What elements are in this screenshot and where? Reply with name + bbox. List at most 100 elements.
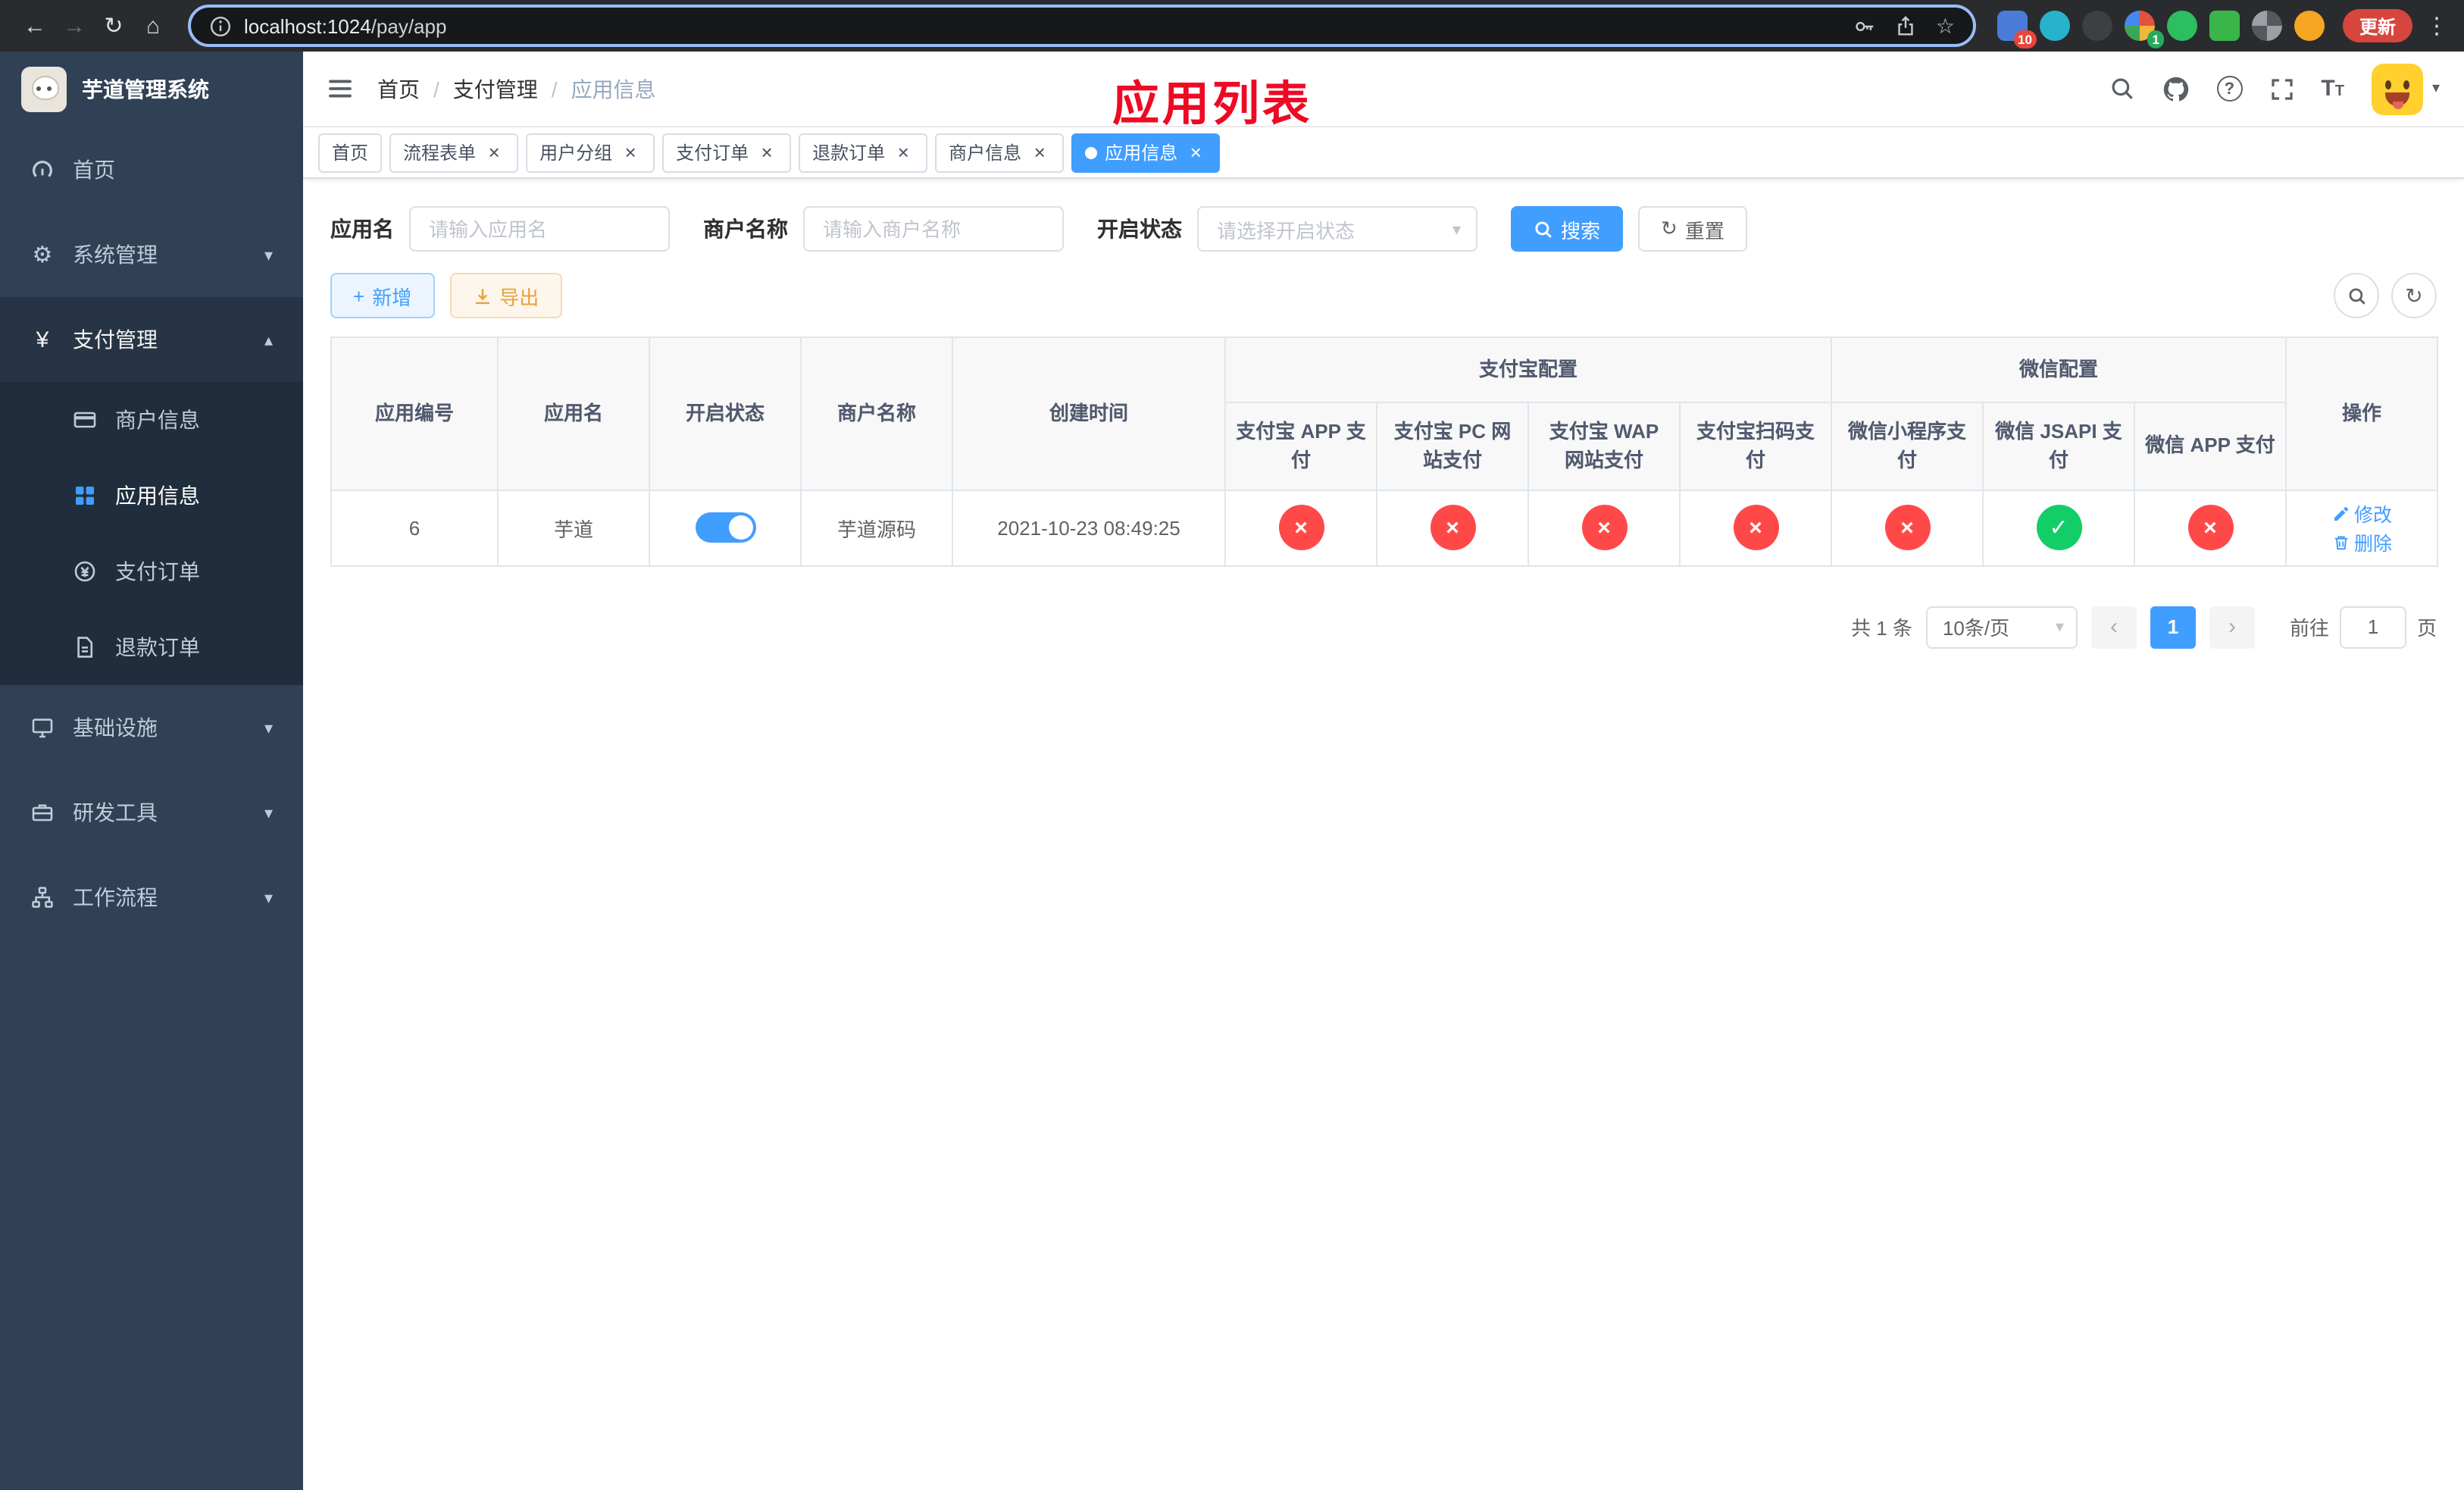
- tab-refund-order[interactable]: 退款订单 ×: [799, 133, 928, 172]
- search-button[interactable]: 搜索: [1511, 206, 1624, 252]
- workflow-icon: [30, 885, 55, 909]
- extension-badge: 1: [2147, 30, 2164, 49]
- address-bar[interactable]: localhost:1024/pay/app ☆: [188, 5, 1976, 47]
- refresh-table-button[interactable]: ↻: [2391, 273, 2437, 318]
- prev-page-button[interactable]: ‹: [2090, 606, 2137, 648]
- chevron-down-icon: ▾: [264, 804, 273, 822]
- tab-process-form[interactable]: 流程表单 ×: [389, 133, 519, 172]
- font-size-icon[interactable]: TT: [2321, 77, 2344, 100]
- table-header-group-row: 应用编号 应用名 开启状态 商户名称 创建时间 支付宝配置 微信配置 操作: [330, 337, 2439, 490]
- sidebar-item-label: 支付管理: [73, 327, 158, 352]
- browser-back-icon[interactable]: ←: [15, 6, 55, 45]
- logo-image: [21, 67, 67, 112]
- sidebar-item-infrastructure[interactable]: 基础设施 ▾: [0, 685, 303, 770]
- sidebar-item-dev-tools[interactable]: 研发工具 ▾: [0, 770, 303, 855]
- col-created: 创建时间: [952, 337, 1226, 490]
- close-icon[interactable]: ×: [756, 142, 777, 163]
- help-icon[interactable]: ?: [2216, 76, 2243, 102]
- export-button[interactable]: 导出: [449, 273, 562, 318]
- status-select[interactable]: 请选择开启状态 ▾: [1197, 206, 1477, 252]
- close-icon[interactable]: ×: [1185, 142, 1206, 163]
- site-info-icon[interactable]: [209, 14, 232, 37]
- bookmark-star-icon[interactable]: ☆: [1936, 13, 1955, 39]
- tab-app-info[interactable]: 应用信息 ×: [1071, 133, 1221, 172]
- breadcrumb-home[interactable]: 首页: [377, 74, 420, 104]
- breadcrumb-separator: /: [433, 77, 439, 101]
- sidebar-item-app-info[interactable]: 应用信息: [0, 458, 303, 534]
- delete-link[interactable]: 删除: [2331, 527, 2392, 556]
- extension-icon[interactable]: [2039, 11, 2070, 41]
- navbar-actions: ? TT ▾: [2109, 63, 2440, 114]
- browser-reload-icon[interactable]: ↻: [94, 6, 133, 45]
- merchant-name-input[interactable]: [803, 206, 1064, 252]
- github-icon[interactable]: [2162, 75, 2189, 102]
- col-merchant: 商户名称: [800, 337, 953, 490]
- sidebar-item-payment[interactable]: ¥ 支付管理 ▴: [0, 297, 303, 382]
- page-size-select[interactable]: 10条/页 ▾: [1925, 606, 2078, 648]
- table-toolbar: + 新增 导出 ↻: [330, 273, 2437, 318]
- col-wechat-lite: 微信小程序支付: [1831, 401, 1984, 490]
- avatar[interactable]: [2371, 63, 2423, 114]
- chrome-update-button[interactable]: 更新: [2342, 9, 2412, 42]
- close-icon[interactable]: ×: [483, 142, 505, 163]
- sidebar-item-workflow[interactable]: 工作流程 ▾: [0, 855, 303, 940]
- browser-home-icon[interactable]: ⌂: [133, 6, 173, 45]
- extension-icon[interactable]: 1: [2124, 11, 2164, 49]
- sidebar-item-refund-order[interactable]: 退款订单: [0, 609, 303, 685]
- tab-merchant-info[interactable]: 商户信息 ×: [935, 133, 1065, 172]
- goto-page-input[interactable]: [2339, 606, 2406, 648]
- extension-icon[interactable]: [2166, 11, 2197, 41]
- close-icon[interactable]: ×: [893, 142, 914, 163]
- reset-button[interactable]: ↻ 重置: [1638, 206, 1747, 252]
- share-icon[interactable]: [1895, 14, 1918, 37]
- app-title: 芋道管理系统: [82, 77, 209, 102]
- extension-icon[interactable]: [2209, 11, 2240, 41]
- col-wechat-app: 微信 APP 支付: [2134, 401, 2287, 490]
- user-menu[interactable]: ▾: [2371, 63, 2440, 114]
- extension-icon[interactable]: 10: [1997, 11, 2037, 49]
- tab-user-group[interactable]: 用户分组 ×: [526, 133, 655, 172]
- page-body: 芋道管理系统 首页 ⚙ 系统管理 ▾ ¥ 支付管理 ▴ 商户信息 应用信息 支付…: [0, 52, 2464, 1490]
- extension-icon[interactable]: [2081, 11, 2112, 41]
- extension-icon[interactable]: [2251, 11, 2282, 41]
- sidebar-item-label: 基础设施: [73, 715, 158, 740]
- url-host: localhost:1024: [244, 14, 371, 37]
- sidebar-toggle-icon[interactable]: [327, 76, 353, 102]
- status-toggle[interactable]: [695, 512, 755, 543]
- sidebar-item-label: 工作流程: [73, 885, 158, 909]
- cell-app-id: 6: [330, 489, 499, 566]
- browser-menu-icon[interactable]: ⋮: [2425, 12, 2449, 39]
- app-name-label: 应用名: [330, 217, 394, 241]
- next-page-button[interactable]: ›: [2209, 606, 2255, 648]
- search-icon[interactable]: [2109, 76, 2134, 102]
- extension-badge: 10: [2013, 30, 2037, 49]
- edit-link[interactable]: 修改: [2331, 499, 2392, 527]
- fullscreen-icon[interactable]: [2269, 77, 2294, 101]
- tab-pay-order[interactable]: 支付订单 ×: [662, 133, 792, 172]
- browser-forward-icon[interactable]: →: [55, 6, 94, 45]
- col-group-alipay: 支付宝配置: [1224, 337, 1833, 402]
- chevron-down-icon: ▾: [2431, 80, 2440, 97]
- sidebar-item-merchant-info[interactable]: 商户信息: [0, 382, 303, 458]
- sidebar-item-pay-order[interactable]: 支付订单: [0, 534, 303, 609]
- page-number-button[interactable]: 1: [2150, 606, 2196, 648]
- browser-chrome: ← → ↻ ⌂ localhost:1024/pay/app ☆ 10 1 更新…: [0, 0, 2464, 52]
- sidebar-item-home[interactable]: 首页: [0, 127, 303, 212]
- add-button[interactable]: + 新增: [330, 273, 435, 318]
- tab-home[interactable]: 首页: [318, 133, 383, 172]
- password-key-icon[interactable]: [1854, 14, 1877, 37]
- toggle-search-button[interactable]: [2334, 273, 2379, 318]
- wechat-lite-status-icon: ×: [1884, 505, 1931, 550]
- close-icon[interactable]: ×: [620, 142, 641, 163]
- close-icon[interactable]: ×: [1029, 142, 1050, 163]
- sidebar-item-system[interactable]: ⚙ 系统管理 ▾: [0, 212, 303, 297]
- toolbox-icon: [30, 800, 55, 825]
- app-name-input[interactable]: [409, 206, 670, 252]
- extension-icon[interactable]: [2294, 11, 2325, 41]
- app-logo[interactable]: 芋道管理系统: [0, 52, 303, 127]
- right-toolbar: ↻: [2334, 273, 2437, 318]
- breadcrumb-payment[interactable]: 支付管理: [453, 74, 538, 104]
- alipay-wap-status-icon: ×: [1581, 505, 1627, 550]
- cell-created: 2021-10-23 08:49:25: [952, 489, 1226, 566]
- col-group-wechat: 微信配置: [1831, 337, 2287, 402]
